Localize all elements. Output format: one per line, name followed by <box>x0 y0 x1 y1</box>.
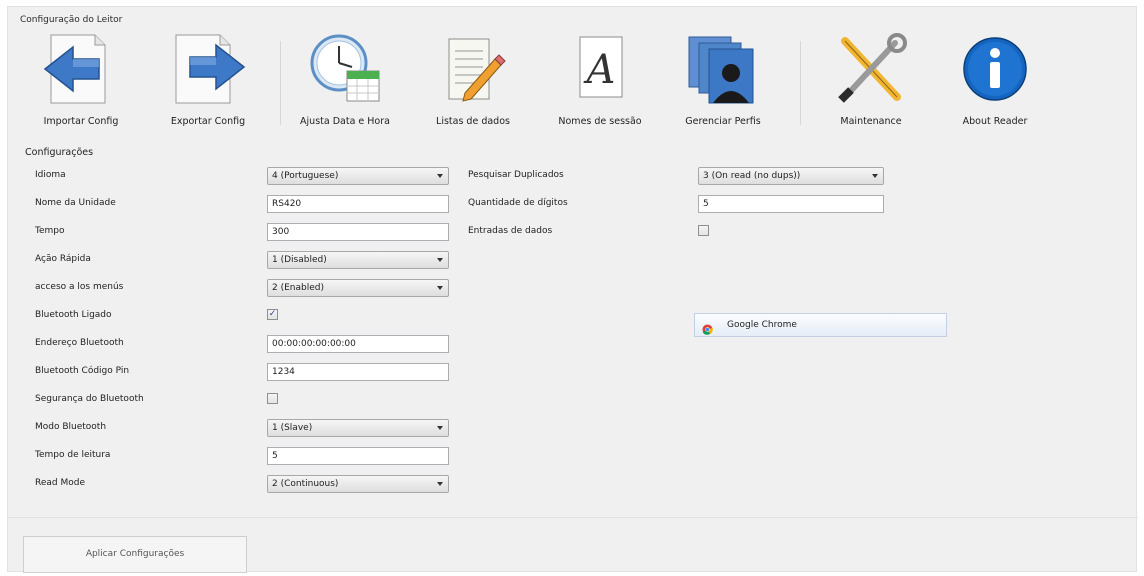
import-config-button[interactable]: Importar Config <box>26 29 136 139</box>
time-label: Tempo <box>35 226 65 236</box>
read-time-label: Tempo de leitura <box>35 450 111 460</box>
info-icon <box>957 33 1033 105</box>
set-date-time-label: Ajusta Data e Hora <box>300 116 390 127</box>
duplicate-search-label: Pesquisar Duplicados <box>468 170 564 180</box>
data-lists-button[interactable]: Listas de dados <box>418 29 528 139</box>
clock-calendar-icon <box>307 33 383 105</box>
import-arrow-icon <box>43 33 119 105</box>
bluetooth-mode-label: Modo Bluetooth <box>35 422 107 432</box>
data-entries-checkbox[interactable] <box>698 225 709 236</box>
bluetooth-mode-select[interactable]: 1 (Slave) <box>267 419 449 437</box>
bluetooth-pin-input[interactable]: 1234 <box>267 363 449 381</box>
google-chrome-taskbar-button[interactable]: Google Chrome <box>694 313 947 337</box>
bluetooth-enabled-checkbox[interactable]: ✓ <box>267 309 278 320</box>
manage-profiles-label: Gerenciar Perfis <box>685 116 761 127</box>
toolbar: Importar Config Exportar Config Ajusta D… <box>8 29 1138 139</box>
duplicate-search-select[interactable]: 3 (On read (no dups)) <box>698 167 884 185</box>
bluetooth-address-label: Endereço Bluetooth <box>35 338 124 348</box>
unit-name-label: Nome da Unidade <box>35 198 116 208</box>
data-entries-label: Entradas de dados <box>468 226 553 236</box>
time-input[interactable]: 300 <box>267 223 449 241</box>
chevron-down-icon <box>437 482 443 486</box>
language-label: Idioma <box>35 170 66 180</box>
chevron-down-icon <box>437 426 443 430</box>
manage-profiles-button[interactable]: Gerenciar Perfis <box>668 29 778 139</box>
read-mode-label: Read Mode <box>35 478 85 488</box>
language-select[interactable]: 4 (Portuguese) <box>267 167 449 185</box>
reader-config-window: Configuração do Leitor Importar Config E… <box>7 6 1138 573</box>
apply-settings-button[interactable]: Aplicar Configurações <box>23 536 247 573</box>
read-time-input[interactable]: 5 <box>267 447 449 465</box>
chevron-down-icon <box>437 174 443 178</box>
window-title: Configuração do Leitor <box>20 15 123 25</box>
chevron-down-icon <box>437 286 443 290</box>
toolbar-separator <box>280 41 281 125</box>
font-letter-icon: A <box>562 33 638 105</box>
maintenance-button[interactable]: Maintenance <box>816 29 926 139</box>
data-lists-label: Listas de dados <box>436 116 510 127</box>
about-reader-label: About Reader <box>962 116 1028 127</box>
export-config-label: Exportar Config <box>170 116 246 127</box>
divider <box>8 517 1138 518</box>
set-date-time-button[interactable]: Ajusta Data e Hora <box>290 29 400 139</box>
export-config-button[interactable]: Exportar Config <box>153 29 263 139</box>
bluetooth-address-input[interactable]: 00:00:00:00:00:00 <box>267 335 449 353</box>
svg-text:A: A <box>583 47 616 93</box>
tools-icon <box>833 33 909 105</box>
bluetooth-security-label: Segurança do Bluetooth <box>35 394 144 404</box>
duplicate-search-value: 3 (On read (no dups)) <box>703 171 801 181</box>
import-config-label: Importar Config <box>43 116 119 127</box>
quick-action-select[interactable]: 1 (Disabled) <box>267 251 449 269</box>
notepad-pencil-icon <box>435 33 511 105</box>
maintenance-label: Maintenance <box>840 116 902 127</box>
chevron-down-icon <box>437 258 443 262</box>
language-value: 4 (Portuguese) <box>272 171 339 181</box>
chrome-icon <box>702 320 713 335</box>
toolbar-separator <box>800 41 801 125</box>
quick-action-value: 1 (Disabled) <box>272 255 327 265</box>
menu-access-select[interactable]: 2 (Enabled) <box>267 279 449 297</box>
read-mode-select[interactable]: 2 (Continuous) <box>267 475 449 493</box>
unit-name-input[interactable]: RS420 <box>267 195 449 213</box>
menu-access-label: acceso a los menús <box>35 282 124 292</box>
read-mode-value: 2 (Continuous) <box>272 479 339 489</box>
quick-action-label: Ação Rápida <box>35 254 91 264</box>
bluetooth-security-checkbox[interactable] <box>267 393 278 404</box>
bluetooth-enabled-label: Bluetooth Ligado <box>35 310 112 320</box>
menu-access-value: 2 (Enabled) <box>272 283 324 293</box>
settings-section-title: Configurações <box>25 147 94 158</box>
digit-count-label: Quantidade de dígitos <box>468 198 568 208</box>
bluetooth-mode-value: 1 (Slave) <box>272 423 313 433</box>
profiles-icon <box>685 33 761 105</box>
session-names-button[interactable]: A Nomes de sessão <box>545 29 655 139</box>
about-reader-button[interactable]: About Reader <box>940 29 1050 139</box>
google-chrome-label: Google Chrome <box>727 320 797 330</box>
chevron-down-icon <box>872 174 878 178</box>
session-names-label: Nomes de sessão <box>558 116 642 127</box>
export-arrow-icon <box>170 33 246 105</box>
bluetooth-pin-label: Bluetooth Código Pin <box>35 366 130 376</box>
digit-count-input[interactable]: 5 <box>698 195 884 213</box>
